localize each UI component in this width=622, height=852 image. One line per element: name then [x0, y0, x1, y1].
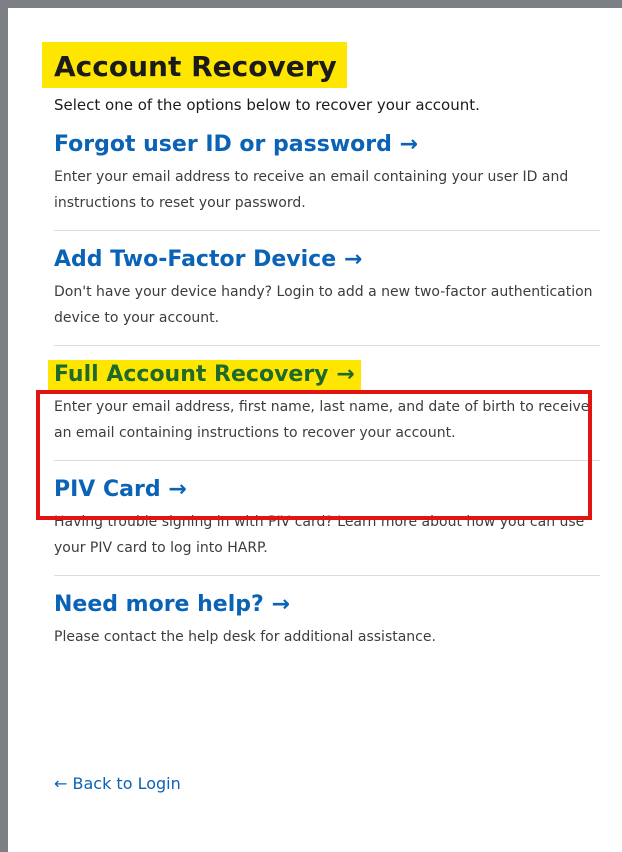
full-account-recovery-link[interactable]: Full Account Recovery →	[48, 360, 361, 390]
page-title: Account Recovery	[42, 42, 347, 88]
option-label: Add Two-Factor Device	[54, 247, 337, 272]
need-more-help-link[interactable]: Need more help? →	[54, 590, 290, 620]
page-subtitle: Select one of the options below to recov…	[54, 96, 480, 114]
back-to-login-link[interactable]: ← Back to Login	[54, 772, 181, 796]
forgot-user-id-password-link[interactable]: Forgot user ID or password →	[54, 130, 418, 160]
option-description: Enter your email address to receive an e…	[54, 169, 569, 211]
option-forgot-user-id-password: Forgot user ID or password → Enter your …	[54, 116, 600, 231]
window-frame-top	[0, 0, 622, 8]
option-need-more-help: Need more help? → Please contact the hel…	[54, 576, 600, 664]
annotation-highlight-box	[36, 390, 592, 520]
add-two-factor-device-link[interactable]: Add Two-Factor Device →	[54, 245, 362, 275]
option-label: Full Account Recovery	[54, 362, 329, 387]
window-frame-left	[0, 0, 8, 852]
option-description: Don't have your device handy? Login to a…	[54, 284, 593, 326]
arrow-right-icon: →	[336, 362, 355, 387]
arrow-left-icon: ←	[54, 774, 68, 793]
option-label: Forgot user ID or password	[54, 132, 392, 157]
arrow-right-icon: →	[399, 132, 418, 157]
option-add-two-factor-device: Add Two-Factor Device → Don't have your …	[54, 231, 600, 346]
arrow-right-icon: →	[271, 592, 290, 617]
back-to-login-label: Back to Login	[72, 774, 181, 793]
account-recovery-panel: Account Recovery Select one of the optio…	[42, 42, 602, 664]
option-label: Need more help?	[54, 592, 264, 617]
option-description: Please contact the help desk for additio…	[54, 629, 436, 645]
arrow-right-icon: →	[343, 247, 363, 272]
